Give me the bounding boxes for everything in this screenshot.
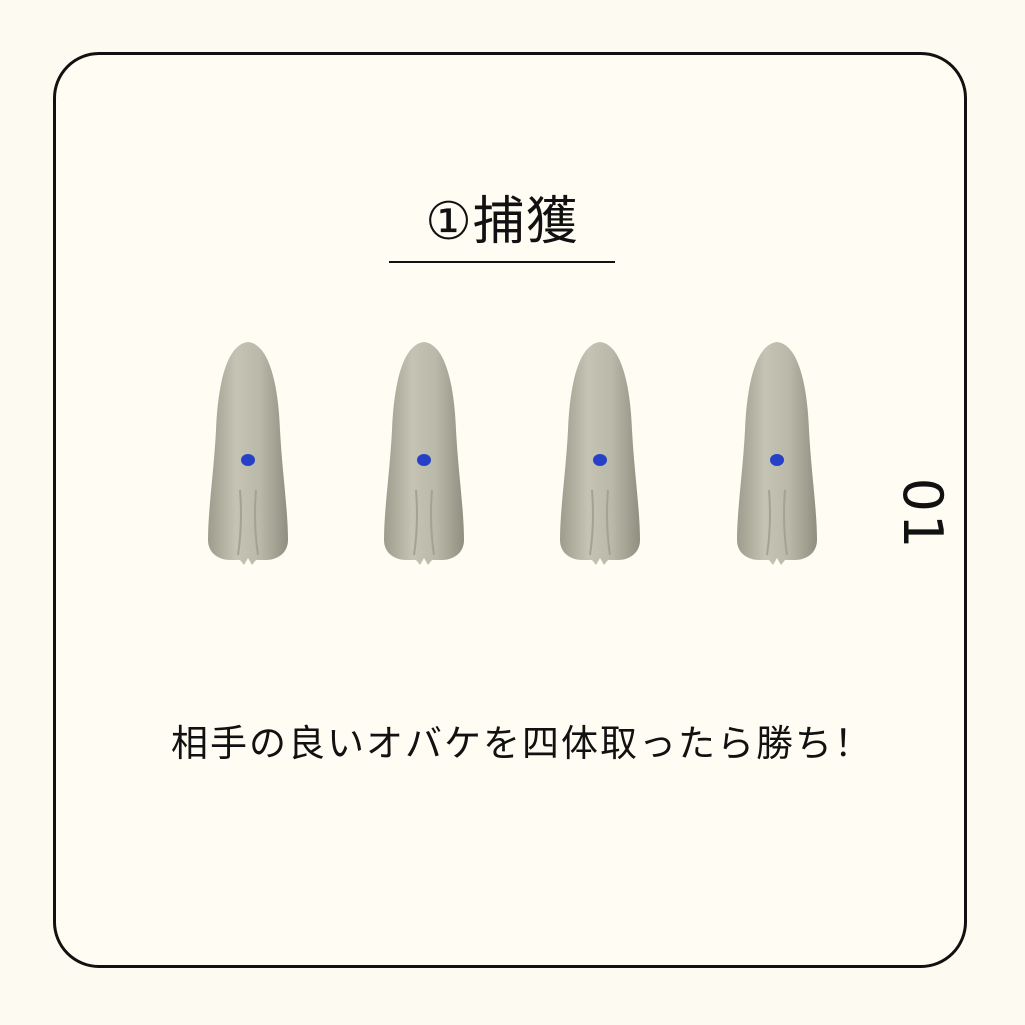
ghost-marker-dot — [417, 454, 431, 466]
ghost-piece — [737, 340, 817, 566]
ghost-marker-dot — [593, 454, 607, 466]
ghost-marker-dot — [241, 454, 255, 466]
rule-caption: 相手の良いオバケを四体取ったら勝ち！ — [171, 722, 873, 765]
ghost-marker-dot — [770, 454, 784, 466]
page-number: 01 — [891, 477, 954, 551]
ghost-piece — [208, 340, 288, 566]
ghost-row — [0, 0, 1025, 1025]
ghost-piece — [560, 340, 640, 566]
ghost-piece — [384, 340, 464, 566]
